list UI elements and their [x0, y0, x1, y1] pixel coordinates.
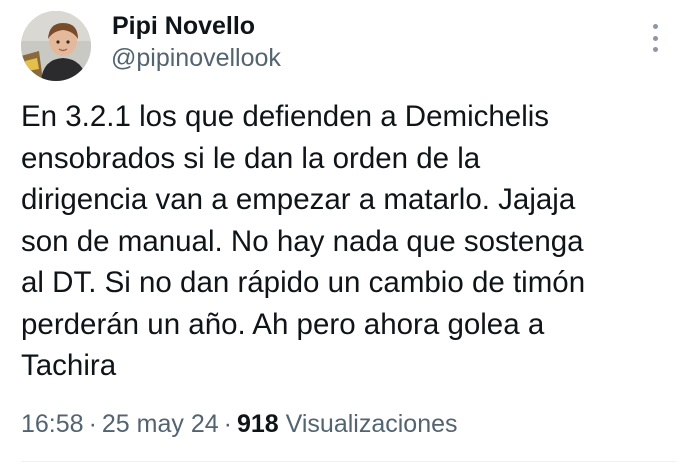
dot [652, 35, 658, 41]
tweet-text-line: Tachira [21, 349, 117, 382]
tweet-date[interactable]: 25 may 24 [102, 410, 219, 438]
tweet-text: En 3.2.1 los que defienden a Demichelis … [21, 96, 681, 387]
meta-separator: · [88, 410, 97, 438]
tweet-meta: 16:58 · 25 may 24 · 918 Visualizaciones [21, 410, 458, 439]
divider [21, 461, 677, 462]
dot [652, 47, 658, 52]
author-handle[interactable]: @pipinovellook [111, 44, 281, 73]
views-label: Visualizaciones [285, 410, 458, 438]
tweet-card: Pipi Novello @pipinovellook En 3.2.1 los… [0, 0, 690, 472]
views-count: 918 [236, 410, 279, 438]
child-portrait-avatar-icon [21, 11, 91, 81]
author-display-name[interactable]: Pipi Novello [112, 12, 255, 41]
tweet-text-line: En 3.2.1 los que defienden a Demichelis [21, 100, 550, 133]
tweet-text-line: dirigencia van a empezar a matarlo. Jaja… [21, 183, 576, 216]
avatar[interactable] [21, 11, 91, 81]
tweet-text-line: perderán un año. Ah pero ahora golea a [21, 307, 545, 341]
more-options-icon[interactable] [646, 20, 664, 56]
tweet-time[interactable]: 16:58 [21, 410, 84, 438]
tweet-text-line: son de manual. No hay nada que sostenga [21, 224, 584, 258]
tweet-text-line: al DT. Si no dan rápido un cambio de tim… [21, 266, 586, 299]
meta-separator: · [223, 410, 232, 438]
dot [652, 24, 658, 29]
tweet-text-line: ensobrados si le dan la orden de la [21, 141, 481, 175]
